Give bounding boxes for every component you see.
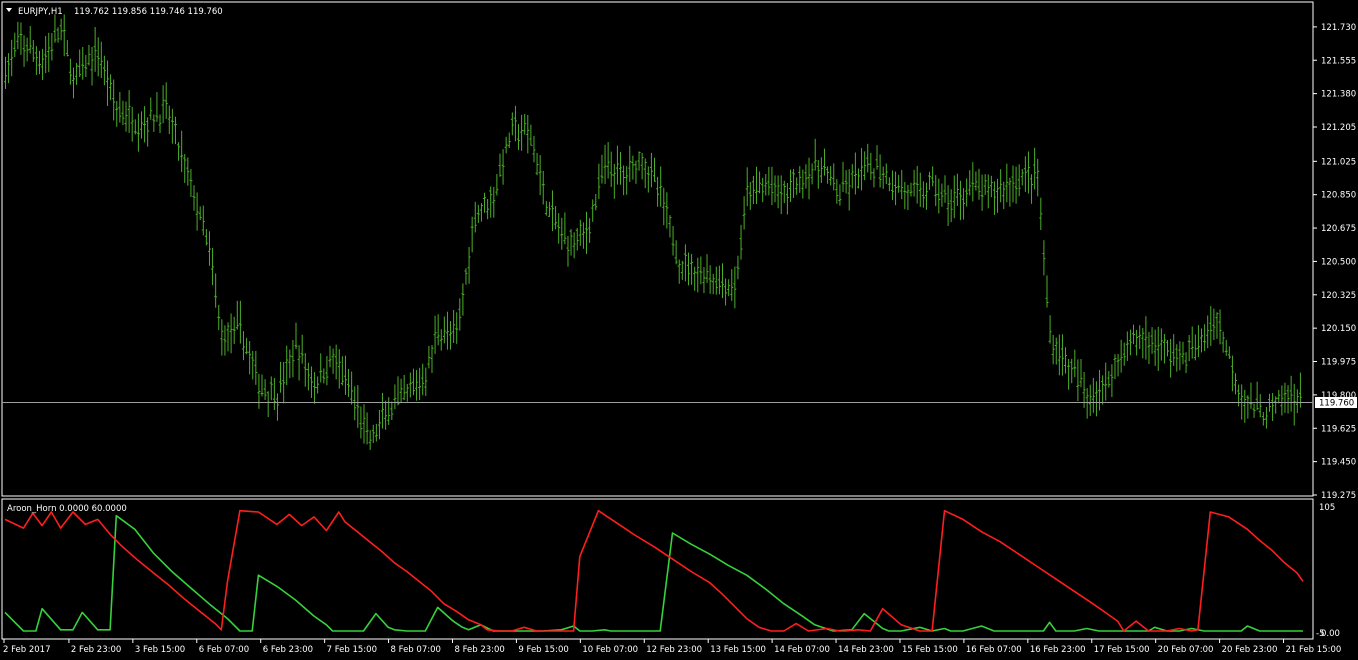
time-tick-label: 2 Feb 23:00 [71, 645, 121, 655]
time-tick-label: 17 Feb 15:00 [1094, 645, 1150, 655]
time-tick-label: 3 Feb 15:00 [135, 645, 185, 655]
price-tick-label: 120.500 [1321, 257, 1356, 267]
current-price-label: 119.760 [1319, 399, 1354, 409]
price-tick-label: 119.625 [1321, 424, 1356, 434]
time-tick-label: 10 Feb 07:00 [582, 645, 638, 655]
time-tick-label: 14 Feb 07:00 [774, 645, 830, 655]
time-tick-label: 8 Feb 23:00 [454, 645, 504, 655]
price-tick-label: 120.850 [1321, 191, 1356, 201]
time-tick-label: 20 Feb 23:00 [1222, 645, 1278, 655]
price-tick-label: 120.150 [1321, 324, 1356, 334]
chart-window: 121.730 121.555 121.380 121.205 121.025 120.8… [0, 0, 1358, 660]
price-tick-label: 121.555 [1321, 56, 1356, 66]
symbol-label: EURJPY,H1 [18, 7, 63, 17]
time-tick-label: 7 Feb 15:00 [327, 645, 377, 655]
price-tick-label: 119.450 [1321, 458, 1356, 468]
time-tick-label: 9 Feb 15:00 [518, 645, 568, 655]
price-tick-label: 121.730 [1321, 23, 1356, 33]
price-tick-label: 120.675 [1321, 224, 1356, 234]
indicator-scale-top: 105 [1319, 503, 1335, 513]
time-tick-label: 20 Feb 07:00 [1158, 645, 1214, 655]
price-tick-label: 121.025 [1321, 157, 1356, 167]
current-price-box: 119.760 [1315, 397, 1357, 409]
time-tick-label: 14 Feb 23:00 [838, 645, 894, 655]
time-tick-label: 2 Feb 2017 [3, 645, 51, 655]
price-tick-label: 120.325 [1321, 291, 1356, 301]
time-tick-label: 6 Feb 07:00 [199, 645, 249, 655]
time-tick-label: 12 Feb 23:00 [646, 645, 702, 655]
price-tick-label: 119.275 [1321, 491, 1356, 501]
time-tick-label: 8 Feb 07:00 [391, 645, 441, 655]
price-tick-label: 121.205 [1321, 123, 1356, 133]
time-tick-label: 16 Feb 07:00 [966, 645, 1022, 655]
time-tick-label: 16 Feb 23:00 [1030, 645, 1086, 655]
time-tick-label: 21 Feb 15:00 [1286, 645, 1342, 655]
price-tick-label: 119.975 [1321, 358, 1356, 368]
indicator-scale-bottom: -5 [1316, 629, 1324, 639]
time-tick-label: 6 Feb 23:00 [263, 645, 313, 655]
price-tick-label: 121.380 [1321, 90, 1356, 100]
time-tick-label: 15 Feb 15:00 [902, 645, 958, 655]
ohlc-label: 119.762 119.856 119.746 119.760 [74, 7, 223, 17]
time-tick-label: 13 Feb 15:00 [710, 645, 766, 655]
indicator-title: Aroon_Horn 0.0000 60.0000 [7, 504, 127, 514]
